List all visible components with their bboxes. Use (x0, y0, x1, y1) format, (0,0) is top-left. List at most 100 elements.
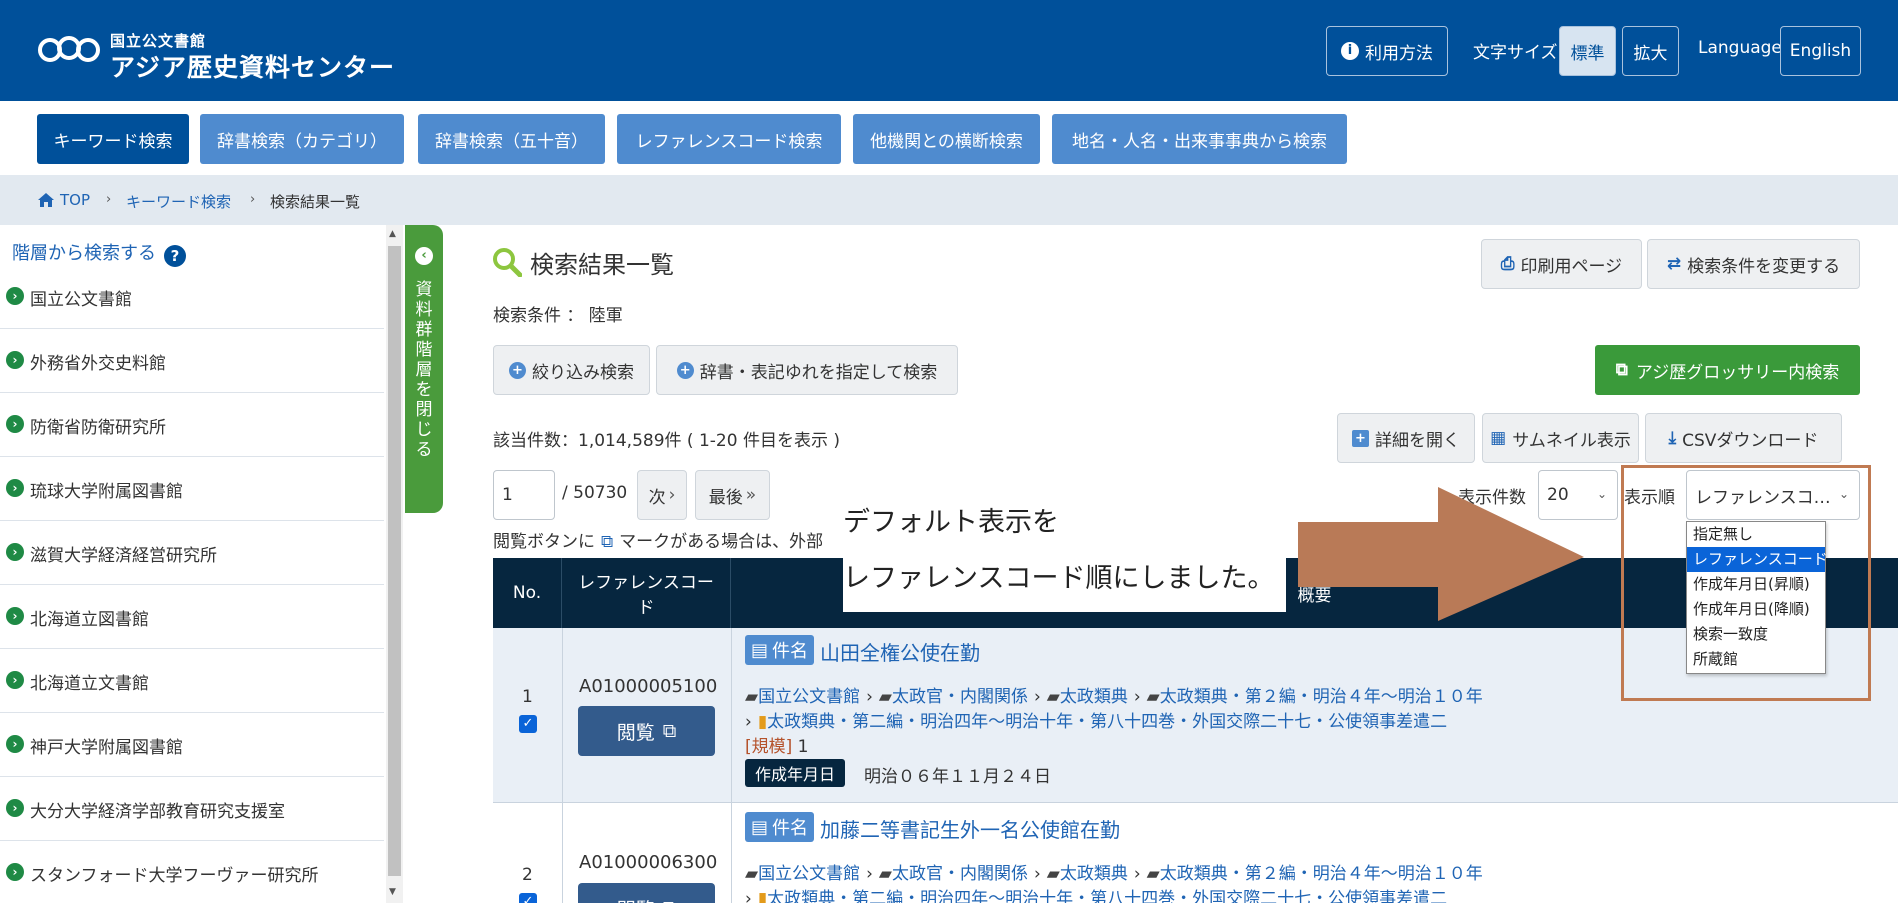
record-title-link[interactable]: 加藤二等書記生外一名公使館在勤 (820, 814, 1120, 843)
sidebar-item[interactable]: › 防衛省防衛研究所 (0, 393, 384, 457)
last-page-button[interactable]: 最後» (695, 470, 770, 520)
sidebar-item[interactable]: › 外務省外交史料館 (0, 329, 384, 393)
chevron-right-icon: › (6, 735, 24, 753)
path-item-link[interactable]: 太政類典・第２編・明治４年～明治１０年 (1160, 864, 1483, 884)
tab-reference-code-search[interactable]: レファレンスコード検索 (617, 114, 841, 164)
sidebar-item[interactable]: › 大分大学経済学部教育研究支援室 (0, 777, 384, 841)
record-scale: [規模] 1 (745, 732, 809, 757)
dictionary-search-button[interactable]: + 辞書・表記ゆれを指定して検索 (656, 345, 958, 395)
scroll-down-icon[interactable]: ▼ (389, 887, 396, 897)
language-english-button[interactable]: English (1780, 26, 1861, 76)
path-item-link[interactable]: 国立公文書館 (758, 687, 860, 707)
refine-search-button[interactable]: + 絞り込み検索 (493, 345, 650, 395)
subject-badge-label: 件名 (772, 641, 809, 662)
row-divider (493, 802, 1898, 803)
breadcrumb-keyword[interactable]: キーワード検索 (126, 191, 231, 212)
double-chevron-right-icon: » (745, 485, 757, 505)
row-checkbox[interactable]: ✓ (519, 893, 537, 903)
sidebar-item-label: 琉球大学附属図書館 (30, 482, 183, 502)
change-condition-button[interactable]: ⇄ 検索条件を変更する (1647, 239, 1860, 289)
external-link-icon: ⧉ (1615, 360, 1628, 380)
external-link-icon: ⧉ (663, 897, 677, 903)
plus-square-icon: + (1352, 429, 1369, 447)
separator-icon: › (745, 712, 752, 732)
info-icon: i (1341, 42, 1359, 60)
chevron-right-icon: › (6, 799, 24, 817)
help-icon[interactable]: ? (164, 245, 186, 267)
row-checkbox[interactable]: ✓ (519, 715, 537, 733)
column-divider (731, 628, 732, 903)
csv-download-button[interactable]: ⤓ CSVダウンロード (1645, 413, 1842, 463)
breadcrumb-separator-icon: › (250, 192, 256, 207)
tab-encyclopedia-search[interactable]: 地名・人名・出来事事典から検索 (1052, 114, 1347, 164)
tab-cross-search[interactable]: 他機関との横断検索 (853, 114, 1040, 164)
path-item-link[interactable]: 太政類典 (1060, 864, 1128, 884)
path-item-link[interactable]: 太政官・内閣関係 (892, 687, 1028, 707)
refine-search-label: 絞り込み検索 (532, 362, 634, 383)
logo-line-2: アジア歴史資料センター (110, 53, 396, 82)
path-item-link[interactable]: 太政類典・第二編・明治四年～明治十年・第八十四巻・外国交際二十七・公使領事差遣二 (767, 712, 1447, 732)
search-condition: 検索条件 ： 陸軍 (493, 306, 623, 326)
sidebar-item[interactable]: › 神戸大学附属図書館 (0, 713, 384, 777)
annotation-arrow-icon (1298, 487, 1584, 621)
view-button[interactable]: 閲覧 ⧉ (578, 706, 715, 756)
tab-dictionary-syllabary[interactable]: 辞書検索（五十音） (418, 114, 605, 164)
record-title-link[interactable]: 山田全権公使在勤 (820, 637, 980, 666)
sidebar-item-label: 滋賀大学経済経営研究所 (30, 546, 217, 566)
creation-date-badge: 作成年月日 (745, 759, 846, 787)
next-page-button[interactable]: 次 › (637, 470, 687, 520)
view-note: 閲覧ボタンに ⧉ マークがある場合は、外部 (493, 527, 823, 552)
folder-icon: ▰ (1046, 687, 1060, 707)
reference-code: A01000006300 (579, 852, 718, 873)
printer-icon: ⎙ (1500, 254, 1515, 274)
chevron-right-icon: › (6, 863, 24, 881)
record-hierarchy-path-2: › ▮太政類典・第二編・明治四年～明治十年・第八十四巻・外国交際二十七・公使領事差… (745, 707, 1447, 732)
sidebar-item[interactable]: › 琉球大学附属図書館 (0, 457, 384, 521)
book-icon: ▮ (757, 889, 768, 903)
document-icon: ▤ (751, 816, 769, 838)
view-button[interactable]: 閲覧 ⧉ (578, 883, 715, 903)
sidebar-item[interactable]: › 国立公文書館 (0, 265, 384, 329)
tab-dictionary-category[interactable]: 辞書検索（カテゴリ） (200, 114, 404, 164)
font-large-button[interactable]: 拡大 (1622, 26, 1679, 76)
collapse-hierarchy-button[interactable]: ‹ 資料群階層を閉じる (405, 225, 443, 513)
thumbnail-view-button[interactable]: ▦ サムネイル表示 (1482, 413, 1639, 463)
glossary-search-label: アジ歴グロッサリー内検索 (1635, 362, 1840, 383)
font-standard-button[interactable]: 標準 (1559, 26, 1616, 76)
sidebar-item-label: 北海道立図書館 (30, 610, 149, 630)
next-page-label: 次 (648, 487, 666, 508)
book-icon: ▮ (757, 712, 768, 732)
sidebar-item[interactable]: › 北海道立図書館 (0, 585, 384, 649)
sidebar-item[interactable]: › 北海道立文書館 (0, 649, 384, 713)
plus-circle-icon: + (676, 361, 694, 379)
path-item-link[interactable]: 太政類典・第二編・明治四年～明治十年・第八十四巻・外国交際二十七・公使領事差遣二 (767, 889, 1447, 903)
glossary-search-button[interactable]: ⧉ アジ歴グロッサリー内検索 (1595, 345, 1860, 395)
annotation-highlight-frame (1621, 465, 1871, 701)
dictionary-search-label: 辞書・表記ゆれを指定して検索 (699, 362, 938, 383)
path-item-link[interactable]: 太政類典 (1060, 687, 1128, 707)
chevron-right-icon: › (6, 351, 24, 369)
scroll-up-icon[interactable]: ▲ (389, 229, 396, 239)
path-item-link[interactable]: 太政官・内閣関係 (892, 864, 1028, 884)
sidebar-item[interactable]: › 滋賀大学経済経営研究所 (0, 521, 384, 585)
chevron-right-icon: › (668, 485, 676, 505)
row-number: 1 (522, 687, 533, 707)
hierarchy-search-title[interactable]: 階層から検索する? (12, 239, 186, 267)
tab-keyword-search[interactable]: キーワード検索 (37, 114, 189, 164)
sidebar-item[interactable]: › スタンフォード大学フーヴァー研究所 (0, 841, 384, 903)
page-number-input[interactable]: 1 (493, 470, 555, 520)
font-size-label: 文字サイズ (1473, 43, 1558, 63)
path-item-link[interactable]: 国立公文書館 (758, 864, 860, 884)
separator-icon: › (1133, 687, 1141, 707)
column-reference-code: レファレンスコード (562, 558, 731, 628)
open-details-button[interactable]: + 詳細を開く (1337, 413, 1475, 463)
sidebar-scrollbar-thumb[interactable] (388, 246, 401, 876)
breadcrumb-top[interactable]: TOP (60, 191, 90, 209)
creation-date-value: 明治０６年１１月２４日 (864, 767, 1051, 787)
sidebar-item-label: 外務省外交史料館 (30, 354, 166, 374)
site-header: 国立公文書館 アジア歴史資料センター i 利用方法 文字サイズ 標準 拡大 La… (0, 0, 1898, 101)
print-page-button[interactable]: ⎙ 印刷用ページ (1481, 239, 1642, 289)
path-item-link[interactable]: 太政類典・第２編・明治４年～明治１０年 (1160, 687, 1483, 707)
folder-icon: ▰ (878, 687, 892, 707)
usage-button[interactable]: i 利用方法 (1326, 26, 1448, 76)
